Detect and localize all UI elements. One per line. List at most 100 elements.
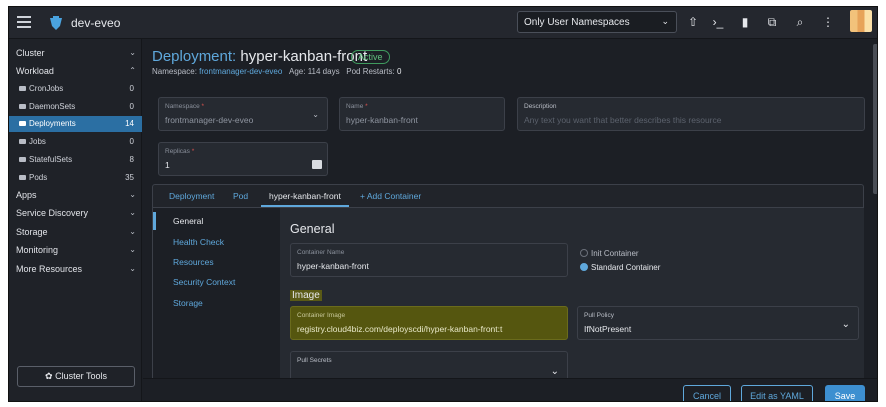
sidebar-item-daemonsets[interactable]: DaemonSets 0	[9, 99, 142, 115]
standard-container-radio[interactable]: Standard Container	[580, 263, 660, 272]
edit-as-yaml-button[interactable]: Edit as YAML	[741, 385, 813, 401]
file-icon[interactable]: ▮	[736, 13, 754, 31]
sidebar-item-count: 0	[129, 137, 134, 146]
side-tab-health-check[interactable]: Health Check	[173, 237, 224, 247]
label-text: Namespace	[165, 103, 200, 110]
cluster-tools-button[interactable]: ✿ Cluster Tools	[17, 366, 135, 387]
sidebar-item-count: 8	[129, 155, 134, 164]
status-badge: Active	[351, 50, 390, 64]
upload-icon[interactable]: ⇧	[684, 13, 702, 31]
label-text: Replicas	[165, 148, 190, 155]
sidebar-item-workload[interactable]: Workload ⌃	[9, 63, 142, 79]
sidebar-item-label: DaemonSets	[29, 102, 76, 111]
side-tab-resources[interactable]: Resources	[173, 257, 214, 267]
sidebar-item-count: 14	[125, 119, 134, 128]
pull-policy-select[interactable]: Pull Policy IfNotPresent ⌄	[577, 306, 859, 340]
description-placeholder: Any text you want that better describes …	[524, 115, 722, 125]
chevron-down-icon: ⌄	[550, 366, 559, 377]
folder-icon	[19, 121, 26, 127]
scrollbar[interactable]	[873, 44, 877, 194]
kubectl-shell-icon[interactable]: ›_	[709, 13, 727, 31]
cluster-name[interactable]: dev-eveo	[71, 16, 120, 30]
user-avatar[interactable]	[850, 10, 872, 32]
age-label: Age:	[288, 67, 306, 76]
replicas-value: 1	[165, 160, 170, 170]
container-name-field[interactable]: Container Name hyper-kanban-front	[290, 243, 568, 277]
namespace-filter-select[interactable]: Only User Namespaces ⌄	[517, 11, 677, 33]
cluster-logo-icon	[50, 16, 62, 30]
folder-icon	[19, 104, 26, 110]
required-marker: *	[201, 103, 205, 110]
more-vert-icon[interactable]: ⋮	[819, 13, 837, 31]
init-container-radio[interactable]: Init Container	[580, 249, 639, 258]
sidebar-item-pods[interactable]: Pods 35	[9, 170, 142, 186]
sidebar-item-jobs[interactable]: Jobs 0	[9, 134, 142, 150]
chevron-down-icon: ⌄	[129, 190, 136, 199]
sidebar-item-deployments[interactable]: Deployments 14	[9, 116, 142, 132]
tab-hyper-kanban-front[interactable]: hyper-kanban-front	[261, 185, 349, 207]
sidebar-item-label: Monitoring	[16, 245, 59, 255]
namespace-select[interactable]: Namespace * frontmanager-dev-eveo ⌄	[158, 97, 328, 131]
sidebar-item-label: Cluster	[16, 48, 45, 58]
sidebar-item-cronjobs[interactable]: CronJobs 0	[9, 81, 142, 97]
replicas-field-label: Replicas *	[165, 148, 194, 155]
container-tabs: Deployment Pod hyper-kanban-front + Add …	[152, 184, 864, 208]
namespace-link[interactable]: frontmanager-dev-eveo	[199, 67, 282, 76]
tab-pod[interactable]: Pod	[233, 185, 248, 207]
resource-name: hyper-kanban-front	[240, 48, 368, 65]
name-value: hyper-kanban-front	[346, 115, 418, 125]
main-content: Deployment: hyper-kanban-front Active Na…	[143, 39, 877, 401]
sidebar-item-monitoring[interactable]: Monitoring ⌄	[9, 242, 142, 258]
sidebar-item-storage[interactable]: Storage ⌄	[9, 224, 142, 240]
side-tab-security-context[interactable]: Security Context	[173, 277, 235, 287]
tab-deployment[interactable]: Deployment	[169, 185, 214, 207]
side-tab-general[interactable]: General	[173, 216, 203, 226]
chevron-down-icon: ⌄	[841, 319, 850, 330]
container-image-field[interactable]: Container Image registry.cloud4biz.com/d…	[290, 306, 568, 340]
sidebar-item-cluster[interactable]: Cluster ⌄	[9, 45, 142, 61]
resource-subinfo: Namespace: frontmanager-dev-eveo Age: 11…	[152, 67, 401, 76]
side-tab-storage[interactable]: Storage	[173, 298, 203, 308]
chevron-down-icon: ⌄	[129, 227, 136, 236]
gear-icon: ✿	[45, 371, 53, 381]
description-field[interactable]: Description Any text you want that bette…	[517, 97, 865, 131]
radio-circle	[580, 263, 588, 271]
required-marker: *	[191, 148, 195, 155]
sidebar-item-apps[interactable]: Apps ⌄	[9, 187, 142, 203]
sidebar-item-more-resources[interactable]: More Resources ⌄	[9, 261, 142, 277]
image-heading: Image	[290, 290, 322, 301]
menu-icon[interactable]	[17, 16, 31, 28]
namespace-field-label: Namespace *	[165, 103, 204, 110]
chevron-down-icon: ⌄	[129, 48, 136, 57]
general-section: General Container Name hyper-kanban-fron…	[280, 208, 864, 386]
chevron-down-icon: ⌄	[129, 208, 136, 217]
restarts-label: Pod Restarts:	[346, 67, 395, 76]
number-stepper[interactable]	[312, 160, 322, 169]
resource-kind: Deployment:	[152, 48, 237, 65]
sidebar-item-label: Workload	[16, 66, 54, 76]
copy-icon[interactable]: ⧉	[763, 13, 781, 31]
replicas-field[interactable]: Replicas * 1	[158, 142, 328, 176]
sidebar-item-label: Jobs	[29, 137, 46, 146]
add-container-button[interactable]: + Add Container	[360, 185, 421, 207]
name-field-label: Name *	[346, 103, 368, 110]
cancel-button[interactable]: Cancel	[683, 385, 731, 401]
label-text: Name	[346, 103, 364, 110]
chevron-down-icon: ⌄	[312, 110, 319, 119]
namespace-value: frontmanager-dev-eveo	[165, 115, 254, 125]
chevron-down-icon: ⌄	[129, 264, 136, 273]
name-field[interactable]: Name * hyper-kanban-front	[339, 97, 505, 131]
required-marker: *	[365, 103, 368, 110]
active-tab-indicator	[153, 212, 156, 230]
sidebar-item-count: 0	[129, 84, 134, 93]
cluster-tools-label: Cluster Tools	[55, 371, 107, 381]
search-icon[interactable]: ⌕	[791, 13, 809, 31]
namespace-filter-value: Only User Namespaces	[524, 17, 630, 28]
pull-policy-label: Pull Policy	[584, 312, 614, 319]
sidebar-item-service-discovery[interactable]: Service Discovery ⌄	[9, 205, 142, 221]
save-button[interactable]: Save	[825, 385, 865, 401]
section-heading: General	[290, 222, 335, 236]
chevron-down-icon: ⌄	[661, 16, 669, 26]
sidebar-item-label: More Resources	[16, 264, 83, 274]
sidebar-item-statefulsets[interactable]: StatefulSets 8	[9, 152, 142, 168]
